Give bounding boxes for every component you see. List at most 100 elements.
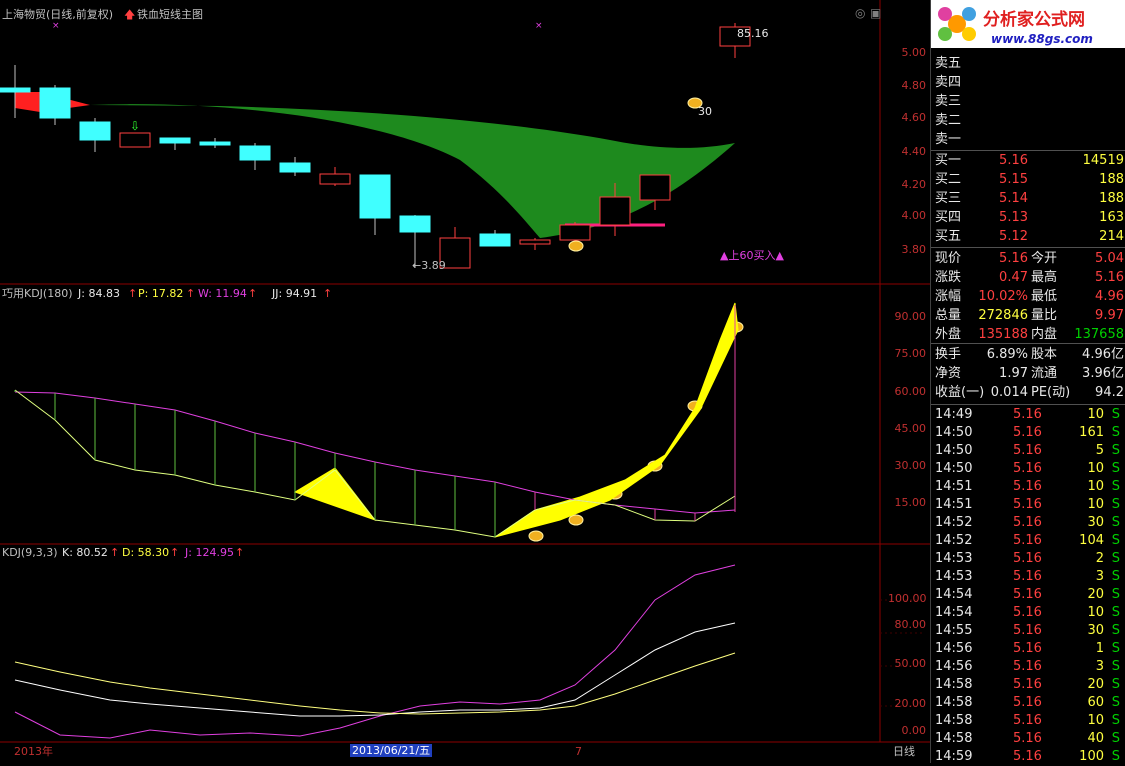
tick-volume: 40 xyxy=(1087,731,1104,746)
ribbon-red-start xyxy=(15,92,40,112)
tick-time: 14:58 xyxy=(935,713,973,728)
y-tick-label: 60.00 xyxy=(894,385,927,398)
tick-time: 14:52 xyxy=(935,533,973,548)
quote-label: 最高 xyxy=(1031,270,1058,285)
tick-side: S xyxy=(1111,587,1120,602)
logo-name: 分析家公式网 xyxy=(983,10,1085,30)
sell-row: 卖三 xyxy=(931,93,1125,111)
gold-marker-icon xyxy=(528,530,544,542)
tick-price: 5.16 xyxy=(1013,641,1042,656)
quote-row: 收益(一) 0.014 PE(动) 94.2 xyxy=(931,384,1125,402)
tick-volume: 3 xyxy=(1095,659,1104,674)
tick-price: 5.16 xyxy=(1013,497,1042,512)
quote-label: 涨跌 xyxy=(935,270,962,285)
kdj-lines xyxy=(14,564,736,739)
quote-label: 内盘 xyxy=(1031,327,1058,342)
y-tick-label: 3.80 xyxy=(901,243,927,256)
sell-label: 卖一 xyxy=(935,132,962,147)
tick-time: 14:53 xyxy=(935,569,973,584)
charts-canvas[interactable]: ⇩ ◎ ▣ × × xyxy=(0,0,930,763)
quote-label: 最低 xyxy=(1031,289,1058,304)
buy-signal: ▲上60买入▲ xyxy=(720,249,784,262)
quote-row: 涨幅 10.02% 最低 4.96 xyxy=(931,288,1125,306)
tick-price: 5.16 xyxy=(1013,551,1042,566)
y-tick-label: 4.20 xyxy=(901,178,927,191)
up-arrow-icon: ↑ xyxy=(235,546,245,559)
tick-side: S xyxy=(1111,515,1120,530)
tick-volume: 20 xyxy=(1087,587,1104,602)
tick-row: 14:50 5.16 161 S xyxy=(931,424,1125,442)
gold-marker-icon xyxy=(568,240,584,252)
tick-side: S xyxy=(1111,569,1120,584)
yellow-fill-area xyxy=(293,467,377,522)
tick-row: 14:53 5.16 2 S xyxy=(931,550,1125,568)
tick-side: S xyxy=(1111,407,1120,422)
tick-row: 14:51 5.16 10 S xyxy=(931,478,1125,496)
tick-row: 14:58 5.16 20 S xyxy=(931,676,1125,694)
tick-price: 5.16 xyxy=(1013,479,1042,494)
tick-side: S xyxy=(1111,497,1120,512)
buy-label: 买二 xyxy=(935,172,962,187)
tick-side: S xyxy=(1111,551,1120,566)
kdj180-lines xyxy=(14,302,739,538)
buy-price: 5.13 xyxy=(999,210,1028,225)
tick-volume: 10 xyxy=(1087,461,1104,476)
quote-value: 0.47 xyxy=(999,270,1028,285)
tick-price: 5.16 xyxy=(1013,425,1042,440)
buy-row: 买一 5.16 14519 xyxy=(931,152,1125,170)
candle-body xyxy=(399,215,431,233)
tick-volume: 10 xyxy=(1087,713,1104,728)
month-label: 7 xyxy=(575,745,582,758)
tick-row: 14:56 5.16 3 S xyxy=(931,658,1125,676)
tick-side: S xyxy=(1111,425,1120,440)
buy-volume: 163 xyxy=(1099,210,1124,225)
chart-area[interactable]: ⇩ ◎ ▣ × × 上海物贸(日线,前复权) 🡅 铁血短线主图 85.16 ←3… xyxy=(0,0,930,763)
price-tag-label: 30 xyxy=(698,105,712,118)
kdj180-p: P: 17.82 xyxy=(138,287,184,300)
candle-body xyxy=(359,174,391,219)
tick-time: 14:50 xyxy=(935,443,973,458)
quote-label: 净资 xyxy=(935,366,962,381)
tick-side: S xyxy=(1111,605,1120,620)
tick-side: S xyxy=(1111,623,1120,638)
kdj180-title: 巧用KDJ(180) xyxy=(2,287,73,300)
up-arrow-icon: ↑ xyxy=(248,287,258,300)
y-tick-label: 90.00 xyxy=(894,310,927,323)
tick-price: 5.16 xyxy=(1013,533,1042,548)
candle-body xyxy=(599,196,631,226)
maximize-icon: ▣ xyxy=(870,6,881,20)
up-arrow-icon: ↑ xyxy=(186,287,196,300)
tick-time: 14:58 xyxy=(935,677,973,692)
tick-price: 5.16 xyxy=(1013,677,1042,692)
tick-row: 14:50 5.16 10 S xyxy=(931,460,1125,478)
tick-volume: 10 xyxy=(1087,407,1104,422)
y-tick-label: 80.00 xyxy=(894,618,927,631)
quote-label: 外盘 xyxy=(935,327,962,342)
quote-row: 外盘 135188 内盘 137658 xyxy=(931,326,1125,344)
tick-time: 14:51 xyxy=(935,497,973,512)
indicator-name: 铁血短线主图 xyxy=(137,8,203,21)
gold-marker-icon xyxy=(568,514,584,526)
quote-value: 94.2 xyxy=(1095,385,1124,400)
quote-label: PE(动) xyxy=(1031,385,1071,400)
tick-price: 5.16 xyxy=(1013,587,1042,602)
tick-price: 5.16 xyxy=(1013,659,1042,674)
tick-side: S xyxy=(1111,677,1120,692)
tick-time: 14:56 xyxy=(935,659,973,674)
buy-price: 5.12 xyxy=(999,229,1028,244)
period-label[interactable]: 日线 xyxy=(893,745,915,758)
tick-side: S xyxy=(1111,533,1120,548)
tick-time: 14:55 xyxy=(935,623,973,638)
buy-label: 买三 xyxy=(935,191,962,206)
quote-value: 6.89% xyxy=(986,347,1028,362)
tick-price: 5.16 xyxy=(1013,695,1042,710)
tick-price: 5.16 xyxy=(1013,605,1042,620)
indicator-arrow-icon: 🡅 xyxy=(124,8,136,21)
candle-body xyxy=(79,121,111,141)
buy-volume: 188 xyxy=(1099,172,1124,187)
y-tick-label: 50.00 xyxy=(894,657,927,670)
y-tick-label: 20.00 xyxy=(894,697,927,710)
kdj-j: J: 124.95 xyxy=(185,546,234,559)
arrow-down-icon: ⇩ xyxy=(130,119,140,133)
quote-label: 涨幅 xyxy=(935,289,962,304)
